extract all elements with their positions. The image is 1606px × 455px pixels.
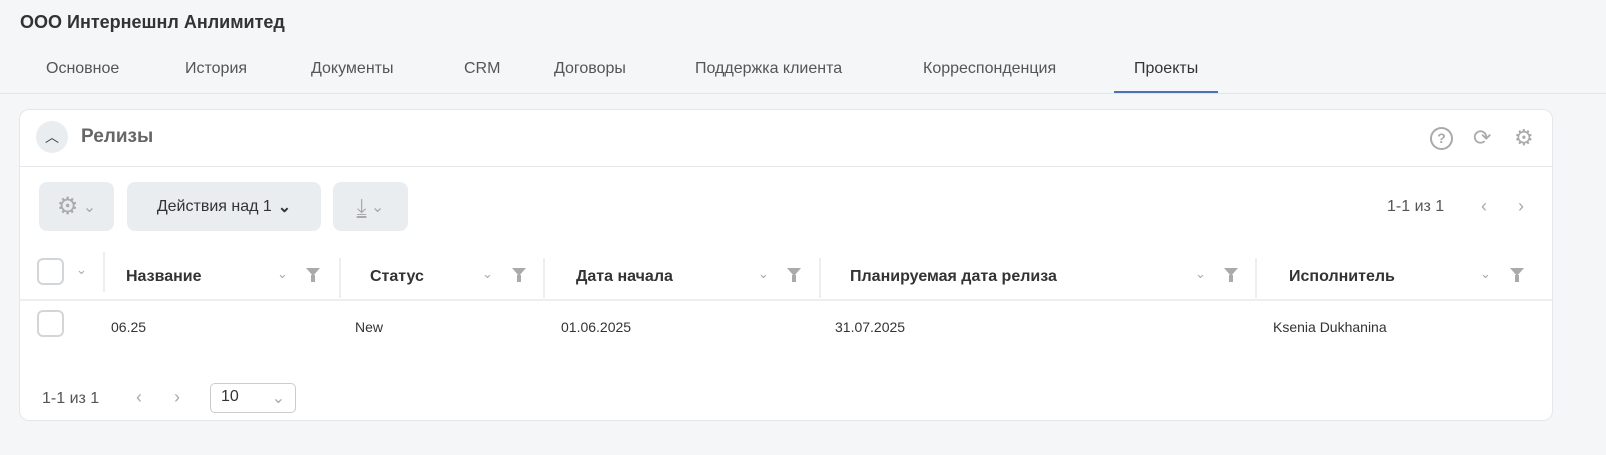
- tab-correspondence[interactable]: Корреспонденция: [923, 60, 1056, 94]
- page-title: ООО Интернешнл Анлимитед: [20, 12, 285, 32]
- refresh-icon[interactable]: ⟳: [1473, 125, 1491, 151]
- footer-pagination-info: 1-1 из 1: [42, 390, 100, 407]
- next-page-button[interactable]: ›: [1518, 196, 1524, 217]
- cell-assignee: Ksenia Dukhanina: [1273, 319, 1387, 335]
- export-button[interactable]: ⤓ ⌄: [333, 182, 408, 231]
- card-divider: [20, 166, 1552, 167]
- gear-icon: ⚙: [56, 193, 79, 220]
- tab-crm[interactable]: CRM: [464, 60, 500, 94]
- column-header-status[interactable]: Статус: [370, 268, 424, 286]
- tab-documents[interactable]: Документы: [311, 60, 393, 94]
- prev-page-button[interactable]: ‹: [1481, 196, 1487, 217]
- cell-status: New: [355, 319, 384, 335]
- releases-card: [19, 109, 1553, 421]
- header-divider: [20, 299, 1552, 301]
- tab-contracts[interactable]: Договоры: [554, 60, 626, 94]
- column-separator[interactable]: [543, 258, 545, 298]
- pagination-info: 1-1 из 1: [1387, 198, 1445, 215]
- column-separator: [103, 252, 105, 292]
- filter-icon[interactable]: [787, 268, 801, 282]
- filter-icon[interactable]: [512, 268, 526, 282]
- chevron-down-icon: ⌄: [271, 390, 285, 407]
- section-title: Релизы: [81, 126, 154, 147]
- cell-name[interactable]: 06.25: [111, 319, 146, 335]
- sort-icon[interactable]: ⌄: [1480, 266, 1491, 282]
- tab-support[interactable]: Поддержка клиента: [695, 60, 842, 94]
- table-settings-button[interactable]: ⚙ ⌄: [39, 182, 114, 231]
- tab-divider: [0, 93, 1606, 94]
- chevron-down-icon: ⌄: [366, 198, 385, 216]
- bulk-actions-label: Действия над 1: [156, 197, 272, 215]
- chevron-up-icon: ︿: [45, 129, 59, 145]
- filter-icon[interactable]: [306, 268, 320, 282]
- column-header-assignee[interactable]: Исполнитель: [1289, 268, 1395, 286]
- tab-history[interactable]: История: [185, 60, 247, 94]
- sort-icon[interactable]: ⌄: [277, 266, 288, 282]
- page-size-select[interactable]: 10 ⌄: [210, 383, 296, 413]
- footer-next-page-button[interactable]: ›: [174, 387, 180, 408]
- tab-main[interactable]: Основное: [46, 60, 119, 94]
- settings-icon[interactable]: ⚙: [1514, 125, 1534, 151]
- bulk-actions-button[interactable]: Действия над 1 ⌄: [127, 182, 321, 231]
- sort-icon[interactable]: ⌄: [482, 266, 493, 282]
- column-header-name[interactable]: Название: [126, 268, 202, 286]
- column-header-planned-date[interactable]: Планируемая дата релиза: [850, 268, 1057, 286]
- collapse-button[interactable]: ︿: [36, 121, 68, 153]
- column-separator[interactable]: [339, 258, 341, 298]
- cell-planned-date: 31.07.2025: [835, 319, 906, 335]
- select-all-checkbox[interactable]: [37, 258, 64, 285]
- column-header-start-date[interactable]: Дата начала: [576, 268, 673, 286]
- footer-prev-page-button[interactable]: ‹: [136, 387, 142, 408]
- column-separator[interactable]: [1255, 258, 1257, 298]
- cell-start-date: 01.06.2025: [561, 319, 632, 335]
- select-menu-chevron-icon[interactable]: ⌄: [76, 262, 87, 278]
- page-size-value: 10: [221, 388, 239, 405]
- help-icon[interactable]: ?: [1430, 127, 1453, 150]
- tab-projects[interactable]: Проекты: [1114, 60, 1219, 94]
- filter-icon[interactable]: [1224, 268, 1238, 282]
- chevron-down-icon: ⌄: [78, 198, 97, 216]
- sort-icon[interactable]: ⌄: [758, 266, 769, 282]
- row-checkbox[interactable]: [37, 310, 64, 337]
- column-separator[interactable]: [819, 258, 821, 298]
- sort-icon[interactable]: ⌄: [1195, 266, 1206, 282]
- download-icon: ⤓: [356, 193, 367, 219]
- filter-icon[interactable]: [1510, 268, 1524, 282]
- chevron-down-icon: ⌄: [277, 198, 292, 216]
